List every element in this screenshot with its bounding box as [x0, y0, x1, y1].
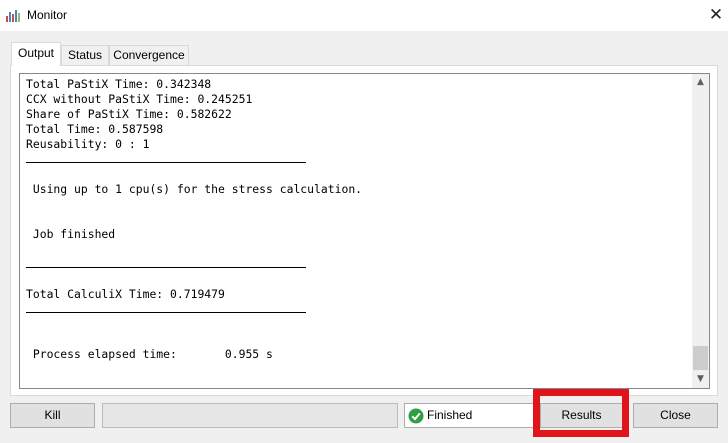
output-line: Reusability: 0 : 1 — [26, 137, 150, 151]
scrollbar-thumb[interactable] — [693, 346, 708, 370]
scroll-down-icon[interactable]: ▼ — [692, 371, 709, 388]
output-line: Using up to 1 cpu(s) for the stress calc… — [26, 182, 363, 196]
separator-line — [26, 152, 686, 167]
status-panel: Finished — [404, 403, 535, 428]
window-title: Monitor — [27, 8, 68, 22]
check-circle-icon — [408, 408, 424, 424]
output-tab-page: Total PaStiX Time: 0.342348 CCX without P… — [10, 65, 718, 396]
tab-convergence-label: Convergence — [113, 48, 185, 62]
close-button-label: Close — [660, 408, 691, 422]
separator-line — [26, 302, 686, 317]
progress-bar — [102, 403, 398, 428]
vertical-scrollbar[interactable]: ▲ ▼ — [692, 74, 709, 388]
separator-line — [26, 257, 686, 272]
output-line: CCX without PaStiX Time: 0.245251 — [26, 92, 253, 106]
chart-app-icon — [6, 10, 20, 22]
tab-status[interactable]: Status — [61, 45, 109, 65]
status-text: Finished — [427, 408, 473, 422]
output-line: Total CalculiX Time: 0.719479 — [26, 287, 225, 301]
output-line: Share of PaStiX Time: 0.582622 — [26, 107, 232, 121]
output-textbox[interactable]: Total PaStiX Time: 0.342348 CCX without P… — [19, 73, 710, 389]
title-bar: Monitor ✕ — [0, 0, 728, 31]
output-log: Total PaStiX Time: 0.342348 CCX without P… — [26, 77, 686, 362]
bottom-strip — [0, 438, 728, 443]
tab-output[interactable]: Output — [11, 42, 61, 66]
results-button-label: Results — [561, 408, 602, 422]
close-button[interactable]: Close — [633, 403, 718, 428]
output-line: Process elapsed time: 0.955 s — [26, 347, 273, 361]
tab-status-label: Status — [67, 48, 103, 62]
tab-convergence[interactable]: Convergence — [109, 45, 189, 65]
scroll-up-icon[interactable]: ▲ — [692, 74, 709, 91]
output-line: Total PaStiX Time: 0.342348 — [26, 77, 212, 91]
kill-button[interactable]: Kill — [10, 403, 95, 428]
tab-output-label: Output — [17, 46, 55, 60]
kill-button-label: Kill — [44, 408, 61, 422]
results-button[interactable]: Results — [540, 403, 623, 428]
output-line: Job finished — [26, 227, 116, 241]
output-line: Total Time: 0.587598 — [26, 122, 164, 136]
close-icon[interactable]: ✕ — [706, 4, 726, 26]
